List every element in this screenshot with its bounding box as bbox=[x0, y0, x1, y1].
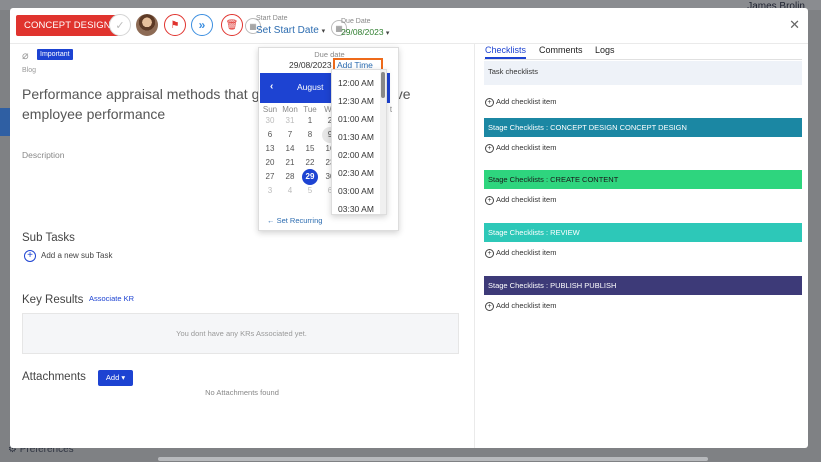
complete-check-icon[interactable]: ✓ bbox=[109, 14, 131, 36]
no-kr-message: You dont have any KRs Associated yet. bbox=[176, 329, 307, 338]
tab-checklists[interactable]: Checklists bbox=[485, 45, 527, 59]
calendar-day[interactable]: 31 bbox=[280, 116, 300, 125]
task-modal: CONCEPT DESIGN ✓ ⚑ » 🗑 ▦ Start Date Set … bbox=[10, 8, 808, 448]
move-forward-icon[interactable]: » bbox=[191, 14, 213, 36]
assignee-avatar[interactable] bbox=[136, 14, 158, 36]
chevron-down-icon: ▾ bbox=[385, 30, 390, 37]
weekday-label: Sun bbox=[262, 105, 278, 114]
plus-circle-icon: + bbox=[485, 98, 494, 107]
tab-divider bbox=[484, 59, 802, 60]
no-attachments-message: No Attachments found bbox=[205, 388, 279, 397]
tag-icon: ⌀ bbox=[22, 50, 29, 62]
task-category: Blog bbox=[22, 67, 37, 74]
subtasks-heading: Sub Tasks bbox=[22, 232, 75, 244]
priority-badge[interactable]: Important bbox=[37, 49, 73, 60]
task-details-panel: ⌀ Important Blog Performance appraisal m… bbox=[10, 44, 474, 448]
stage-checklist-header: Stage Checklists : CONCEPT DESIGN CONCEP… bbox=[484, 118, 802, 137]
calendar-month: August bbox=[297, 82, 324, 92]
calendar-day-selected[interactable]: 29 bbox=[300, 172, 320, 181]
time-option[interactable]: 12:30 AM bbox=[338, 96, 374, 106]
plus-circle-icon: + bbox=[485, 144, 494, 153]
add-checklist-item-stage[interactable]: + Add checklist item bbox=[485, 195, 556, 205]
calendar-day[interactable]: 6 bbox=[260, 130, 280, 139]
calendar-day[interactable]: 28 bbox=[280, 172, 300, 181]
tab-logs[interactable]: Logs bbox=[595, 45, 615, 55]
calendar-day[interactable]: 21 bbox=[280, 158, 300, 167]
time-option[interactable]: 01:30 AM bbox=[338, 132, 374, 142]
calendar-day[interactable]: 1 bbox=[300, 116, 320, 125]
calendar-day[interactable]: 20 bbox=[260, 158, 280, 167]
chevron-left-icon[interactable]: ‹ bbox=[270, 81, 273, 92]
add-checklist-item-stage[interactable]: + Add checklist item bbox=[485, 248, 556, 258]
calendar-day[interactable]: 8 bbox=[300, 130, 320, 139]
task-toolbar: CONCEPT DESIGN ✓ ⚑ » 🗑 ▦ Start Date Set … bbox=[10, 8, 808, 44]
stage-checklist-header: Stage Checklists : CREATE CONTENT bbox=[484, 170, 802, 189]
close-icon[interactable]: ✕ bbox=[789, 17, 800, 33]
checklist-panel: Checklists Comments Logs Task checklists… bbox=[474, 44, 808, 448]
delete-icon[interactable]: 🗑 bbox=[221, 14, 243, 36]
calendar-day[interactable]: 30 bbox=[260, 116, 280, 125]
associate-kr-link[interactable]: Associate KR bbox=[89, 294, 134, 303]
time-option[interactable]: 01:00 AM bbox=[338, 114, 374, 124]
calendar-day[interactable]: 13 bbox=[260, 144, 280, 153]
calendar-day[interactable]: 4 bbox=[280, 186, 300, 195]
stage-button[interactable]: CONCEPT DESIGN bbox=[16, 15, 119, 36]
background-horizontal-scrollbar[interactable] bbox=[158, 457, 708, 461]
set-recurring-link[interactable]: ← Set Recurring bbox=[267, 216, 322, 225]
background-sidebar-accent bbox=[0, 108, 10, 136]
add-attachment-button[interactable]: Add ▾ bbox=[98, 370, 133, 386]
start-date-dropdown[interactable]: Set Start Date ▾ bbox=[256, 25, 325, 36]
key-results-box: You dont have any KRs Associated yet. bbox=[22, 313, 459, 354]
add-checklist-item-task[interactable]: + Add checklist item bbox=[485, 97, 556, 107]
date-picker-value: 29/08/2023 bbox=[289, 60, 332, 70]
plus-circle-icon: + bbox=[485, 196, 494, 205]
chevron-down-icon: ▾ bbox=[321, 28, 326, 35]
time-option[interactable]: 02:00 AM bbox=[338, 150, 374, 160]
weekday-label: Tue bbox=[303, 105, 317, 114]
calendar-day[interactable]: 3 bbox=[260, 186, 280, 195]
time-list-scrollbar[interactable] bbox=[380, 70, 386, 214]
weekday-label: t bbox=[389, 105, 393, 114]
plus-circle-icon: + bbox=[485, 249, 494, 258]
calendar-day[interactable]: 14 bbox=[280, 144, 300, 153]
time-option[interactable]: 03:30 AM bbox=[338, 204, 374, 214]
due-date-dropdown[interactable]: 29/08/2023 ▾ bbox=[341, 27, 389, 37]
time-option[interactable]: 12:00 AM bbox=[338, 78, 374, 88]
time-list: 12:00 AM 12:30 AM 01:00 AM 01:30 AM 02:0… bbox=[331, 69, 387, 215]
plus-circle-icon: + bbox=[485, 302, 494, 311]
attachments-heading: Attachments bbox=[22, 371, 86, 383]
stage-checklist-header: Stage Checklists : REVIEW bbox=[484, 223, 802, 242]
task-checklists-header: Task checklists bbox=[484, 61, 802, 85]
add-subtask-icon[interactable]: + bbox=[24, 250, 36, 262]
description-field[interactable]: Description bbox=[22, 150, 65, 160]
add-checklist-item-stage[interactable]: + Add checklist item bbox=[485, 143, 556, 153]
time-option[interactable]: 02:30 AM bbox=[338, 168, 374, 178]
weekday-label: Mon bbox=[282, 105, 298, 114]
add-subtask-link[interactable]: Add a new sub Task bbox=[41, 251, 112, 260]
start-date-label: Start Date bbox=[256, 15, 288, 22]
tab-comments[interactable]: Comments bbox=[539, 45, 583, 55]
flag-icon[interactable]: ⚑ bbox=[164, 14, 186, 36]
time-option[interactable]: 03:00 AM bbox=[338, 186, 374, 196]
scrollbar-thumb[interactable] bbox=[381, 72, 385, 98]
calendar-day[interactable]: 5 bbox=[300, 186, 320, 195]
calendar-day[interactable]: 7 bbox=[280, 130, 300, 139]
due-date-label: Due Date bbox=[341, 18, 371, 25]
add-checklist-item-stage[interactable]: + Add checklist item bbox=[485, 301, 556, 311]
calendar-day[interactable]: 27 bbox=[260, 172, 280, 181]
calendar-day[interactable]: 22 bbox=[300, 158, 320, 167]
stage-checklist-header: Stage Checklists : PUBLISH PUBLISH bbox=[484, 276, 802, 295]
calendar-day[interactable]: 15 bbox=[300, 144, 320, 153]
key-results-heading: Key Results bbox=[22, 294, 84, 306]
